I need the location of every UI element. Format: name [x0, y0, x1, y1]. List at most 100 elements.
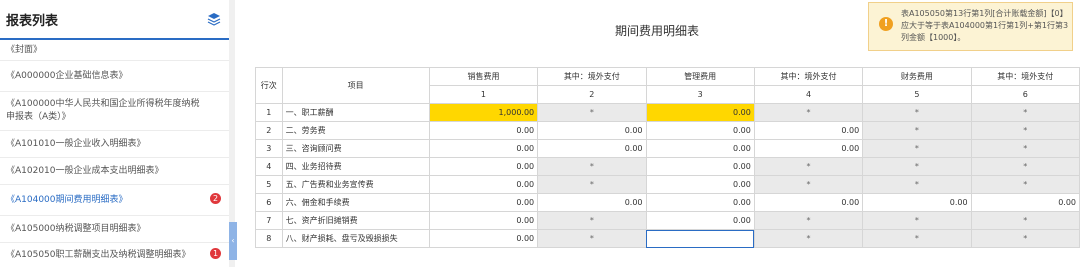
sidebar-item[interactable]: 《A105000纳税调整项目明细表》	[0, 216, 229, 243]
error-count-badge: 2	[210, 193, 221, 204]
sidebar-item[interactable]: 《A105050职工薪酬支出及纳税调整明细表》 1	[0, 243, 229, 267]
amount-cell[interactable]: 1,000.00	[428, 103, 539, 122]
col-header-row-no: 行次	[255, 67, 283, 104]
row-number: 7	[255, 211, 283, 230]
disabled-cell: *	[537, 157, 647, 176]
col-header-admin-overseas: 其中：境外支付	[753, 67, 864, 86]
table-row: 3 三、咨询顾问费 0.00 0.00 0.00 0.00 * *	[255, 139, 1080, 158]
row-number: 1	[255, 103, 283, 122]
disabled-cell: *	[753, 229, 864, 248]
table-row: 5 五、广告费和业务宣传费 0.00 * 0.00 * * *	[255, 175, 1080, 194]
disabled-cell: *	[862, 175, 972, 194]
row-item-name: 五、广告费和业务宣传费	[281, 175, 430, 194]
disabled-cell: *	[537, 211, 647, 230]
disabled-cell: *	[970, 157, 1080, 176]
col-header-finance-expense: 财务费用	[862, 67, 972, 86]
disabled-cell: *	[970, 211, 1080, 230]
sidebar-item-label: 《封面》	[6, 44, 43, 55]
disabled-cell: *	[862, 103, 972, 122]
amount-cell[interactable]: 0.00	[428, 139, 539, 158]
row-number: 4	[255, 157, 283, 176]
sidebar-item-label: 《A104000期间费用明细表》	[6, 194, 128, 205]
sidebar-item[interactable]: 《A102010一般企业成本支出明细表》	[0, 158, 229, 185]
sidebar-item-label: 《A000000企业基础信息表》	[6, 70, 128, 81]
amount-cell[interactable]	[645, 229, 755, 248]
main-content: 期间费用明细表 ! 表A105050第13行第1列[合计账载金额]【0】应大于等…	[237, 0, 1080, 267]
collapse-sidebar-button[interactable]: ‹	[229, 222, 237, 260]
table-body: 1 一、职工薪酬 1,000.00 * 0.00 * * * 2 二、劳务费 0.00 0.00 0.0…	[255, 103, 1080, 248]
sidebar-item-label: 《A105050职工薪酬支出及纳税调整明细表》	[6, 249, 191, 260]
amount-cell[interactable]: 0.00	[428, 121, 539, 140]
row-item-name: 四、业务招待费	[281, 157, 430, 176]
disabled-cell: *	[753, 175, 864, 194]
row-number: 6	[255, 193, 283, 212]
amount-cell[interactable]: 0.00	[753, 139, 864, 158]
disabled-cell: *	[862, 139, 972, 158]
amount-cell[interactable]: 0.00	[645, 175, 755, 194]
amount-cell[interactable]: 0.00	[537, 193, 647, 212]
amount-cell[interactable]: 0.00	[428, 229, 539, 248]
amount-cell[interactable]: 0.00	[645, 157, 755, 176]
warning-message: ! 表A105050第13行第1列[合计账载金额]【0】应大于等于表A10400…	[868, 2, 1073, 51]
col-number: 2	[537, 85, 647, 104]
disabled-cell: *	[970, 229, 1080, 248]
col-number: 6	[970, 85, 1080, 104]
amount-cell[interactable]: 0.00	[537, 139, 647, 158]
sidebar-item-label: 《A101010一般企业收入明细表》	[6, 138, 146, 149]
col-number: 1	[428, 85, 539, 104]
row-number: 2	[255, 121, 283, 140]
table-row: 1 一、职工薪酬 1,000.00 * 0.00 * * *	[255, 103, 1080, 122]
disabled-cell: *	[862, 157, 972, 176]
row-number: 5	[255, 175, 283, 194]
amount-cell[interactable]: 0.00	[645, 103, 755, 122]
sidebar-header: 报表列表	[0, 0, 229, 40]
disabled-cell: *	[753, 157, 864, 176]
sidebar-item-label: 《A100000中华人民共和国企业所得税年度纳税申报表（A类）》	[6, 99, 200, 122]
amount-cell[interactable]: 0.00	[862, 193, 972, 212]
report-list-sidebar: 报表列表 《封面》《A000000企业基础信息表》《A100000中华人民共和国…	[0, 0, 230, 267]
amount-cell[interactable]: 0.00	[428, 211, 539, 230]
col-number: 5	[862, 85, 972, 104]
chevron-left-icon: ‹	[231, 236, 235, 245]
disabled-cell: *	[862, 121, 972, 140]
amount-cell[interactable]: 0.00	[537, 121, 647, 140]
table-row: 8 八、财产损耗、盘亏及毁损损失 0.00 * * * *	[255, 229, 1080, 248]
disabled-cell: *	[753, 211, 864, 230]
col-number: 3	[645, 85, 755, 104]
amount-cell[interactable]: 0.00	[753, 193, 864, 212]
amount-cell[interactable]: 0.00	[645, 121, 755, 140]
table-row: 6 六、佣金和手续费 0.00 0.00 0.00 0.00 0.00 0.00	[255, 193, 1080, 212]
disabled-cell: *	[970, 121, 1080, 140]
col-header-finance-overseas: 其中：境外支付	[970, 67, 1080, 86]
row-item-name: 八、财产损耗、盘亏及毁损损失	[281, 229, 430, 248]
sidebar-item[interactable]: 《封面》	[0, 40, 229, 61]
warning-text: 表A105050第13行第1列[合计账载金额]【0】应大于等于表A104000第…	[901, 9, 1069, 42]
sidebar-title: 报表列表	[6, 13, 59, 29]
row-number: 8	[255, 229, 283, 248]
amount-cell[interactable]: 0.00	[645, 211, 755, 230]
disabled-cell: *	[537, 175, 647, 194]
amount-cell[interactable]: 0.00	[645, 139, 755, 158]
sidebar-item[interactable]: 《A000000企业基础信息表》	[0, 61, 229, 92]
col-number: 4	[753, 85, 864, 104]
sidebar-item-label: 《A102010一般企业成本支出明细表》	[6, 165, 164, 176]
disabled-cell: *	[537, 103, 647, 122]
sidebar-item[interactable]: 《A101010一般企业收入明细表》	[0, 131, 229, 158]
amount-cell[interactable]: 0.00	[970, 193, 1080, 212]
layers-icon[interactable]	[207, 12, 221, 26]
amount-cell[interactable]: 0.00	[428, 157, 539, 176]
expense-detail-table: 行次 项目 销售费用 其中：境外支付 管理费用 其中：境外支付 财务费用 其中：…	[255, 67, 1080, 248]
page-title: 期间费用明细表	[615, 24, 700, 38]
disabled-cell: *	[970, 139, 1080, 158]
table-header-row: 行次 项目 销售费用 其中：境外支付 管理费用 其中：境外支付 财务费用 其中：…	[255, 67, 1080, 104]
row-item-name: 三、咨询顾问费	[281, 139, 430, 158]
sidebar-item[interactable]: 《A100000中华人民共和国企业所得税年度纳税申报表（A类）》	[0, 92, 229, 131]
sidebar-item[interactable]: 《A104000期间费用明细表》 2	[0, 185, 229, 216]
col-header-admin-expense: 管理费用	[645, 67, 755, 86]
amount-cell[interactable]: 0.00	[428, 175, 539, 194]
amount-cell[interactable]: 0.00	[428, 193, 539, 212]
disabled-cell: *	[862, 211, 972, 230]
amount-cell[interactable]: 0.00	[645, 193, 755, 212]
disabled-cell: *	[537, 229, 647, 248]
amount-cell[interactable]: 0.00	[753, 121, 864, 140]
